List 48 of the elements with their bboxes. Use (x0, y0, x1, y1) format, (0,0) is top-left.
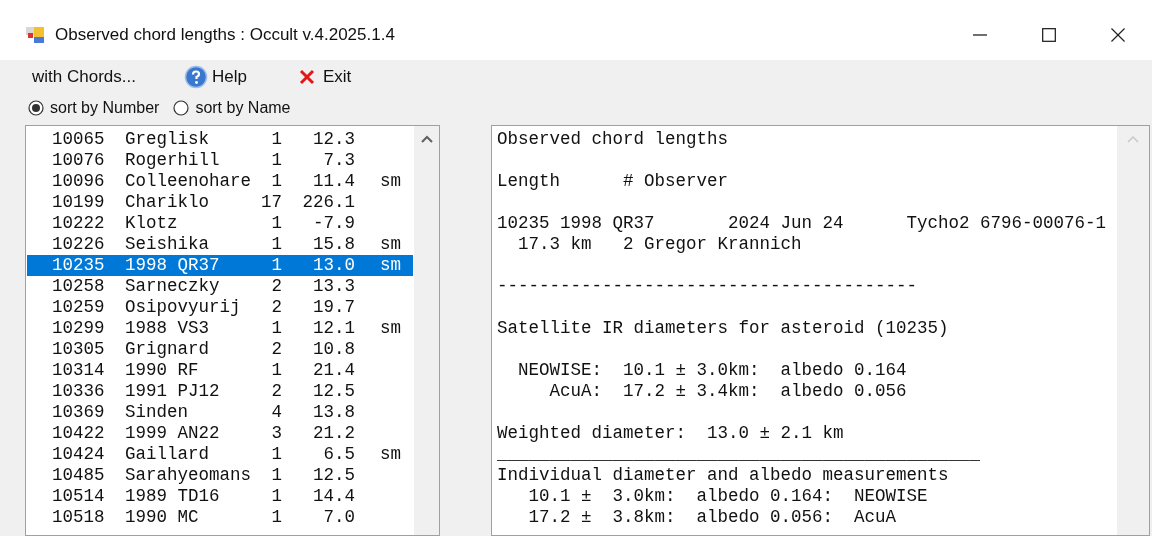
report-line: ---------------------------------------- (497, 276, 918, 297)
report-line: Individual diameter and albedo measurements (497, 465, 949, 486)
list-row[interactable]: 10222 Klotz 1 -7.9 (27, 213, 413, 234)
report-line: 17.2 ± 3.8km: albedo 0.056: AcuA (527, 507, 897, 528)
list-row[interactable]: 10096 Colleenohare 1 11.4 sm (27, 171, 413, 192)
list-row[interactable]: 10235 1998 QR37 1 13.0 sm (27, 255, 413, 276)
report-line: Satellite IR diameters for asteroid (10235) (497, 318, 949, 339)
scrollbar[interactable] (1117, 126, 1149, 535)
report-line: 10.1 ± 3.0km: albedo 0.164: NEOWISE (527, 486, 928, 507)
list-row[interactable]: 10518 1990 MC 1 7.0 (27, 507, 413, 528)
report-line: AcuA: 17.2 ± 3.4km: albedo 0.056 (548, 381, 907, 402)
list-row[interactable]: 10226 Seishika 1 15.8 sm (27, 234, 413, 255)
window-title: Observed chord lengths : Occult v.4.2025.1.4 (55, 25, 396, 45)
report-line: Length # Observer (497, 171, 729, 192)
radio-button[interactable]: sort by Number (28, 99, 160, 117)
report-line: Observed chord lengths (497, 129, 729, 150)
app-icon (25, 25, 45, 45)
menu-item[interactable]: with Chords... (22, 65, 146, 89)
list-row[interactable]: 10336 1991 PJ12 2 12.5 (27, 381, 413, 402)
list-row[interactable]: 10076 Rogerhill 1 7.3 (27, 150, 413, 171)
list-row[interactable]: 10424 Gaillard 1 6.5 sm (27, 444, 413, 465)
report-line: ______________________________________________ (497, 444, 981, 465)
list-row[interactable]: 10259 Osipovyurij 2 19.7 (27, 297, 413, 318)
scroll-up-icon[interactable] (420, 134, 433, 144)
report-line: 17.3 km 2 Gregor Krannich (517, 234, 802, 255)
list-row[interactable]: 10485 Sarahyeomans 1 12.5 (27, 465, 413, 486)
report-line: Weighted diameter: 13.0 ± 2.1 km (497, 423, 844, 444)
scrollbar[interactable] (414, 126, 439, 535)
report-line: 10235 1998 QR37 2024 Jun 24 Tycho2 6796-00076-1 (497, 213, 1107, 234)
asteroid-list[interactable] (25, 125, 440, 536)
help-icon (183, 65, 208, 89)
minimize-icon (972, 34, 987, 36)
list-row[interactable]: 10199 Chariklo 17 226.1 (27, 192, 413, 213)
list-row[interactable]: 10305 Grignard 2 10.8 (27, 339, 413, 360)
list-row[interactable]: 10065 Greglisk 1 12.3 (27, 129, 413, 150)
close-icon (1110, 28, 1125, 42)
list-row[interactable]: 10514 1989 TD16 1 14.4 (27, 486, 413, 507)
list-row[interactable]: 10258 Sarneczky 2 13.3 (27, 276, 413, 297)
list-row[interactable]: 10299 1988 VS3 1 12.1 sm (27, 318, 413, 339)
maximize-icon (1041, 28, 1056, 42)
list-row[interactable]: 10422 1999 AN22 3 21.2 (27, 423, 413, 444)
radio-button[interactable]: sort by Name (173, 99, 291, 117)
menu-item[interactable]: Exit (284, 63, 362, 91)
menu-item[interactable]: Help (173, 63, 257, 91)
report-line: NEOWISE: 10.1 ± 3.0km: albedo 0.164 (517, 360, 907, 381)
list-row[interactable]: 10369 Sinden 4 13.8 (27, 402, 413, 423)
report-text-box[interactable] (491, 125, 1150, 536)
list-row[interactable]: 10314 1990 RF 1 21.4 (27, 360, 413, 381)
